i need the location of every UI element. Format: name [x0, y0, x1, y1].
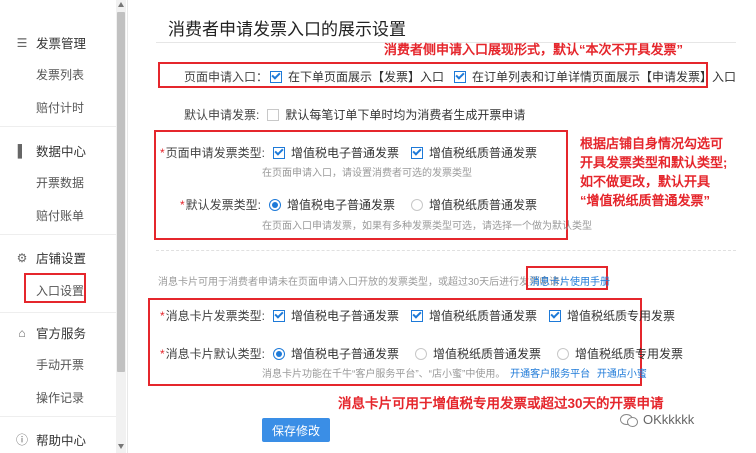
- default-type-paper-label: 增值税纸质普通发票: [429, 198, 538, 212]
- card-default-paper-normal-label: 增值税纸质普通发票: [433, 347, 542, 361]
- sidebar-group-label: 帮助中心: [36, 434, 87, 448]
- page-type-electronic-checkbox[interactable]: [273, 146, 286, 159]
- required-mark: *: [160, 308, 165, 323]
- annotation-entry-form: 消费者侧申请入口展现形式，默认“本次不开具发票”: [384, 42, 684, 57]
- card-default-electronic-radio[interactable]: [273, 347, 286, 360]
- page-types-hint: 在页面申请入口，请设置消费者可选的发票类型: [262, 168, 472, 179]
- card-default-row: * 消息卡片默认类型: 增值税电子普通发票 增值税纸质普通发票 增值税纸质专用发…: [160, 345, 683, 362]
- default-apply-row: 默认申请发票: 默认每笔订单下单时均为消费者生成开票申请: [184, 106, 525, 123]
- entry-row: 页面申请入口： 在下单页面展示【发票】入口 在订单列表和订单详情页面展示【申请发…: [184, 68, 736, 85]
- page-types-label: 页面申请发票类型:: [165, 146, 266, 160]
- section-divider: [156, 250, 736, 251]
- bar-chart-icon: ▌: [17, 143, 27, 158]
- entry-option-1-label: 在下单页面展示【发票】入口: [288, 70, 445, 84]
- watermark: OKkkkkk: [620, 412, 694, 427]
- annotation-line: 开具发票类型和默认类型;: [580, 155, 728, 170]
- card-types-row: * 消息卡片发票类型: 增值税电子普通发票 增值税纸质普通发票 增值税纸质专用发…: [160, 307, 675, 324]
- info-icon: ⓘ: [16, 432, 29, 447]
- card-type-paper-normal-label: 增值税纸质普通发票: [429, 309, 538, 323]
- sidebar-group-help-center[interactable]: ⓘ 帮助中心: [16, 430, 86, 449]
- page-type-paper-checkbox[interactable]: [411, 146, 424, 159]
- main-content: 消费者申请发票入口的展示设置 消费者侧申请入口展现形式，默认“本次不开具发票” …: [128, 0, 756, 453]
- entry-option-1-checkbox[interactable]: [270, 70, 283, 83]
- default-type-paper-radio[interactable]: [411, 198, 424, 211]
- annotation-line: 如不做更改，默认开具: [580, 174, 711, 189]
- sidebar-group-data-center[interactable]: ▌ 数据中心: [16, 141, 86, 160]
- entry-label: 页面申请入口：: [184, 70, 269, 84]
- sidebar-group-label: 发票管理: [36, 37, 87, 51]
- card-type-paper-normal-checkbox[interactable]: [411, 309, 424, 322]
- sidebar-item-invoicing-data[interactable]: 开票数据: [36, 174, 84, 191]
- home-icon: ⌂: [18, 325, 26, 340]
- wechat-icon: [620, 413, 638, 427]
- scroll-up-arrow-icon[interactable]: [118, 2, 124, 7]
- default-apply-label: 默认申请发票:: [184, 108, 260, 122]
- annotation-invoice-types: 根据店铺自身情况勾选可 开具发票类型和默认类型; 如不做更改，默认开具 “增值税…: [580, 134, 727, 210]
- card-type-electronic-label: 增值税电子普通发票: [291, 309, 400, 323]
- sidebar-group-label: 店铺设置: [36, 252, 87, 266]
- page-type-paper-label: 增值税纸质普通发票: [429, 146, 538, 160]
- card-default-paper-special-label: 增值税纸质专用发票: [575, 347, 684, 361]
- open-xiaomi-link[interactable]: 开通店小蜜: [597, 369, 647, 380]
- sidebar-divider: [0, 234, 116, 235]
- sidebar-group-store-settings[interactable]: ⚙ 店铺设置: [16, 248, 86, 267]
- default-type-row: * 默认发票类型: 增值税电子普通发票 增值税纸质普通发票: [180, 196, 537, 213]
- card-default-hint: 消息卡片功能在千牛“客户服务平台”、“店小蜜”中使用。 开通客户服务平台 开通店…: [262, 365, 647, 380]
- gear-icon: ⚙: [16, 250, 28, 265]
- open-customer-service-link[interactable]: 开通客户服务平台: [510, 369, 590, 380]
- annotation-line: “增值税纸质普通发票”: [580, 193, 711, 208]
- sidebar-item-compensation-bill[interactable]: 赔付账单: [36, 207, 84, 224]
- card-default-label: 消息卡片默认类型:: [165, 347, 266, 361]
- card-type-paper-special-label: 增值税纸质专用发票: [567, 309, 676, 323]
- sidebar-scrollbar[interactable]: [116, 0, 126, 453]
- default-type-electronic-label: 增值税电子普通发票: [287, 198, 396, 212]
- default-type-hint: 在页面入口申请发票，如果有多种发票类型可选，请选择一个做为默认类型: [262, 221, 592, 232]
- card-manual-link[interactable]: 消息卡片使用手册: [530, 273, 610, 288]
- card-default-paper-normal-radio[interactable]: [415, 347, 428, 360]
- watermark-text: OKkkkkk: [643, 412, 695, 427]
- card-type-electronic-checkbox[interactable]: [273, 309, 286, 322]
- required-mark: *: [160, 346, 165, 361]
- default-apply-option-label: 默认每笔订单下单时均为消费者生成开票申请: [285, 108, 526, 122]
- required-mark: *: [160, 145, 165, 160]
- card-types-label: 消息卡片发票类型:: [165, 309, 266, 323]
- sidebar-divider: [0, 416, 116, 417]
- sidebar-divider: [0, 312, 116, 313]
- scrollbar-thumb[interactable]: [117, 12, 125, 372]
- card-default-electronic-label: 增值税电子普通发票: [291, 347, 400, 361]
- scroll-down-arrow-icon[interactable]: [118, 444, 124, 449]
- annotation-line: 根据店铺自身情况勾选可: [580, 136, 724, 151]
- sidebar-item-manual-invoicing[interactable]: 手动开票: [36, 356, 84, 373]
- default-apply-checkbox[interactable]: [267, 108, 280, 121]
- sidebar-item-compensation-timer[interactable]: 赔付计时: [36, 99, 84, 116]
- required-mark: *: [180, 197, 185, 212]
- sidebar-item-invoice-list[interactable]: 发票列表: [36, 66, 84, 83]
- sidebar-divider: [0, 126, 116, 127]
- page-type-electronic-label: 增值税电子普通发票: [291, 146, 400, 160]
- card-default-hint-text: 消息卡片功能在千牛“客户服务平台”、“店小蜜”中使用。: [262, 369, 506, 380]
- default-type-label: 默认发票类型:: [185, 198, 262, 212]
- entry-option-2-checkbox[interactable]: [454, 70, 467, 83]
- page-types-row: * 页面申请发票类型: 增值税电子普通发票 增值税纸质普通发票: [160, 144, 537, 161]
- save-button[interactable]: 保存修改: [262, 418, 330, 442]
- sidebar-group-invoice-management[interactable]: ☰ 发票管理: [16, 33, 86, 52]
- sidebar-group-label: 官方服务: [36, 327, 87, 341]
- card-type-paper-special-checkbox[interactable]: [549, 309, 562, 322]
- sidebar-item-operation-log[interactable]: 操作记录: [36, 389, 84, 406]
- card-default-paper-special-radio[interactable]: [557, 347, 570, 360]
- sidebar-group-label: 数据中心: [36, 145, 87, 159]
- card-notice-text: 消息卡片可用于消费者申请未在页面申请入口开放的发票类型，或超过30天后进行发票申…: [158, 277, 570, 288]
- entry-option-2-label: 在订单列表和订单详情页面展示【申请发票】入口: [472, 70, 737, 84]
- sidebar: ☰ 发票管理 发票列表 赔付计时 ▌ 数据中心 开票数据 赔付账单 ⚙ 店铺设置…: [0, 0, 128, 453]
- default-type-electronic-radio[interactable]: [269, 198, 282, 211]
- annotation-message-card: 消息卡片可用于增值税专用发票或超过30天的开票申请: [338, 396, 664, 411]
- invoice-stack-icon: ☰: [16, 35, 28, 50]
- active-item-highlight: [24, 273, 86, 303]
- sidebar-group-official-services[interactable]: ⌂ 官方服务: [16, 323, 86, 342]
- page-title: 消费者申请发票入口的展示设置: [168, 20, 406, 39]
